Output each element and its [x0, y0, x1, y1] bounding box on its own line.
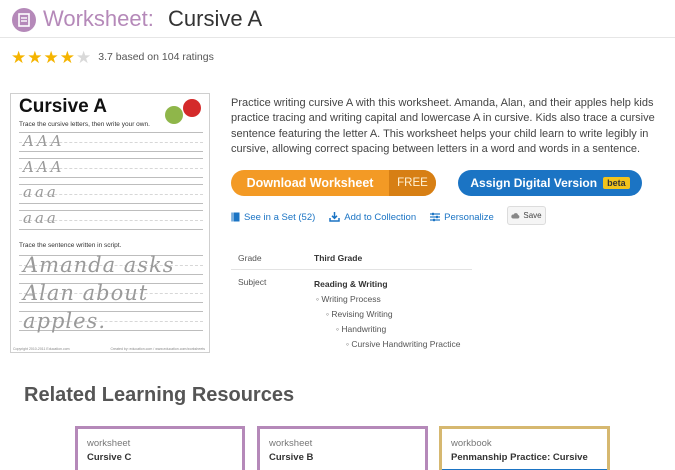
- cursive-sentence-line: Amanda asks: [23, 253, 175, 277]
- grade-label: Grade: [238, 253, 262, 263]
- grade-value[interactable]: Third Grade: [314, 253, 362, 263]
- book-icon: [231, 212, 240, 222]
- download-label: Download Worksheet: [246, 176, 374, 190]
- page-title: Cursive A: [168, 6, 263, 31]
- grade-row: Grade Third Grade: [231, 247, 472, 270]
- price-tag: FREE: [389, 170, 436, 196]
- star-rating[interactable]: ★ ★ ★ ★ ★ 3.7 based on 104 ratings: [11, 48, 214, 66]
- worksheet-details: Grade Third Grade Subject Reading & Writ…: [231, 247, 472, 352]
- cloud-icon: [511, 213, 520, 219]
- subject-item[interactable]: ◦ Handwriting: [314, 322, 461, 337]
- page-type-label: Worksheet:: [43, 6, 154, 31]
- download-worksheet-button[interactable]: Download Worksheet FREE: [231, 170, 436, 196]
- worksheet-preview[interactable]: Cursive A Trace the cursive letters, the…: [10, 93, 210, 353]
- download-tray-icon: [329, 212, 341, 222]
- save-label: Save: [523, 211, 542, 220]
- resource-name: Penmanship Practice: Cursive: [451, 452, 588, 463]
- cursive-trace-row: AAA: [23, 158, 65, 176]
- subject-item[interactable]: ◦ Writing Process: [314, 292, 461, 307]
- preview-copyright: Copyright 2010-2011 Education.com: [13, 347, 70, 351]
- cursive-trace-row: aaa: [23, 209, 59, 227]
- sliders-icon: [430, 212, 441, 222]
- subject-item-label: Cursive Handwriting Practice: [351, 339, 461, 349]
- star-icon[interactable]: ★: [60, 49, 75, 66]
- subject-item-label: Revising Writing: [331, 309, 393, 319]
- rating-summary: 3.7 based on 104 ratings: [98, 51, 214, 63]
- assign-digital-version-button[interactable]: Assign Digital Version beta: [458, 170, 642, 196]
- green-apple-icon: [165, 106, 183, 124]
- resource-type: worksheet: [87, 438, 131, 449]
- preview-credit: Created by: education.com / www.educatio…: [110, 347, 205, 351]
- add-to-collection-label: Add to Collection: [344, 211, 417, 223]
- page-header: Worksheet: Cursive A: [0, 0, 675, 38]
- preview-instruction: Trace the cursive letters, then write yo…: [19, 121, 150, 128]
- cursive-trace-row: aaa: [23, 183, 59, 201]
- related-resources-heading: Related Learning Resources: [24, 384, 295, 406]
- star-icon[interactable]: ★: [27, 49, 42, 66]
- worksheet-actions: See in a Set (52) Add to Collection Pers…: [231, 209, 508, 225]
- resource-type: workbook: [451, 438, 492, 449]
- subject-item[interactable]: Reading & Writing: [314, 277, 461, 292]
- cursive-sentence-line: Alan about: [23, 281, 149, 305]
- resource-name: Cursive B: [269, 452, 314, 463]
- subject-item[interactable]: ◦ Revising Writing: [314, 307, 461, 322]
- subject-row: Subject Reading & Writing ◦ Writing Proc…: [231, 270, 472, 352]
- worksheet-icon: [12, 8, 36, 32]
- worksheet-description: Practice writing cursive A with this wor…: [231, 97, 655, 155]
- red-apple-icon: [183, 99, 201, 117]
- star-icon[interactable]: ★: [44, 49, 59, 66]
- related-card[interactable]: worksheet Cursive C: [75, 426, 245, 470]
- subject-label: Subject: [238, 277, 267, 287]
- see-in-set-label: See in a Set (52): [244, 211, 316, 223]
- personalize-label: Personalize: [444, 211, 494, 223]
- subject-item-label: Handwriting: [341, 324, 387, 334]
- cursive-sentence-line: apples.: [23, 309, 107, 333]
- resource-type: worksheet: [269, 438, 313, 449]
- related-card[interactable]: worksheet Cursive B: [257, 426, 428, 470]
- add-to-collection-link[interactable]: Add to Collection: [329, 212, 416, 223]
- star-icon[interactable]: ★: [76, 49, 91, 66]
- subject-item[interactable]: ◦ Cursive Handwriting Practice: [314, 337, 461, 352]
- preview-instruction: Trace the sentence written in script.: [19, 242, 122, 249]
- see-in-set-link[interactable]: See in a Set (52): [231, 212, 315, 223]
- personalize-link[interactable]: Personalize: [430, 212, 494, 223]
- resource-name: Cursive C: [87, 452, 132, 463]
- beta-badge: beta: [603, 177, 630, 189]
- cursive-trace-row: AAA: [23, 132, 65, 150]
- subject-tree: Reading & Writing ◦ Writing Process ◦ Re…: [314, 277, 461, 352]
- star-icon[interactable]: ★: [11, 49, 26, 66]
- subject-item-label: Writing Process: [321, 294, 381, 304]
- assign-label: Assign Digital Version: [470, 176, 598, 190]
- preview-title: Cursive A: [19, 96, 107, 117]
- related-card[interactable]: workbook Penmanship Practice: Cursive: [439, 426, 610, 470]
- save-button[interactable]: Save: [507, 206, 546, 225]
